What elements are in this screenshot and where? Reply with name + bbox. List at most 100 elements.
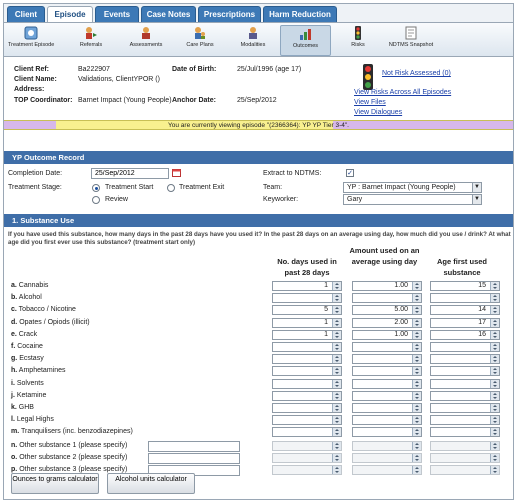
spinner-icon[interactable]: [332, 453, 341, 462]
spinner-icon[interactable]: [332, 355, 341, 364]
extract-ndtms-checkbox[interactable]: ✓: [346, 169, 354, 177]
tab-prescriptions[interactable]: Prescriptions: [198, 6, 261, 22]
toolbar-assessments[interactable]: Assessments: [123, 25, 169, 56]
amount-used-input[interactable]: [352, 403, 422, 413]
toolbar-treatment-episode[interactable]: Treatment Episode: [8, 25, 54, 56]
days-used-input[interactable]: 5: [272, 305, 342, 316]
tab-events[interactable]: Events: [95, 6, 139, 22]
spinner-icon[interactable]: [490, 379, 499, 388]
spinner-icon[interactable]: [490, 294, 499, 303]
spinner-icon[interactable]: [412, 404, 421, 412]
alcohol-calculator-button[interactable]: Alcohol units calculator: [107, 473, 195, 494]
other-substance-specify-input[interactable]: [148, 440, 240, 452]
spinner-icon[interactable]: [412, 428, 421, 437]
spinner-icon[interactable]: [332, 294, 341, 303]
tab-client[interactable]: Client: [7, 6, 45, 22]
spinner-icon[interactable]: [412, 343, 421, 351]
amount-used-input[interactable]: [352, 293, 422, 304]
amount-used-input[interactable]: [352, 378, 422, 389]
spinner-icon[interactable]: [332, 318, 341, 327]
spinner-icon[interactable]: [332, 428, 341, 437]
spinner-icon[interactable]: [412, 355, 421, 364]
days-used-input[interactable]: [272, 378, 342, 389]
age-first-used-input[interactable]: [430, 403, 500, 413]
amount-used-input[interactable]: [352, 366, 422, 377]
spinner-icon[interactable]: [412, 379, 421, 388]
days-used-input[interactable]: [272, 415, 342, 426]
stage-review-radio[interactable]: [92, 196, 100, 204]
other-substance-specify-input[interactable]: [148, 452, 240, 464]
spinner-icon[interactable]: [332, 391, 341, 400]
toolbar-ndtms-snapshot[interactable]: NDTMS Snapshot: [385, 25, 437, 56]
amount-used-input[interactable]: [352, 415, 422, 426]
days-used-input[interactable]: [272, 452, 342, 463]
age-first-used-input[interactable]: [430, 354, 500, 365]
days-used-input[interactable]: 1: [272, 329, 342, 340]
amount-used-input[interactable]: 5.00: [352, 305, 422, 316]
spinner-icon[interactable]: [412, 416, 421, 425]
spinner-icon[interactable]: [412, 453, 421, 462]
spinner-icon[interactable]: [490, 343, 499, 351]
spinner-icon[interactable]: [332, 306, 341, 315]
spinner-icon[interactable]: [332, 343, 341, 351]
age-first-used-input[interactable]: [430, 342, 500, 352]
spinner-icon[interactable]: [490, 416, 499, 425]
amount-used-input[interactable]: [352, 427, 422, 438]
days-used-input[interactable]: 1: [272, 281, 342, 291]
age-first-used-input[interactable]: 15: [430, 281, 500, 291]
amount-used-input[interactable]: [352, 440, 422, 451]
days-used-input[interactable]: [272, 293, 342, 304]
days-used-input[interactable]: [272, 440, 342, 451]
spinner-icon[interactable]: [412, 282, 421, 290]
toolbar-risks[interactable]: Risks: [343, 25, 373, 56]
spinner-icon[interactable]: [332, 441, 341, 450]
age-first-used-input[interactable]: [430, 390, 500, 401]
spinner-icon[interactable]: [490, 355, 499, 364]
amount-used-input[interactable]: [352, 342, 422, 352]
amount-used-input[interactable]: [352, 452, 422, 463]
calendar-icon[interactable]: [172, 168, 181, 177]
stage-exit-radio[interactable]: [167, 184, 175, 192]
amount-used-input[interactable]: 1.00: [352, 281, 422, 291]
view-dialogues-link[interactable]: View Dialogues: [354, 109, 402, 116]
age-first-used-input[interactable]: [430, 366, 500, 377]
risk-status-link[interactable]: Not Risk Assessed (0): [382, 70, 451, 77]
age-first-used-input[interactable]: [430, 427, 500, 438]
amount-used-input[interactable]: 1.00: [352, 329, 422, 340]
spinner-icon[interactable]: [412, 367, 421, 376]
spinner-icon[interactable]: [332, 367, 341, 376]
view-files-link[interactable]: View Files: [354, 99, 386, 106]
spinner-icon[interactable]: [332, 404, 341, 412]
age-first-used-input[interactable]: [430, 440, 500, 451]
spinner-icon[interactable]: [332, 416, 341, 425]
toolbar-modalities[interactable]: Modalities: [232, 25, 274, 56]
spinner-icon[interactable]: [412, 306, 421, 315]
toolbar-outcomes[interactable]: Outcomes: [280, 25, 331, 56]
spinner-icon[interactable]: [490, 330, 499, 339]
spinner-icon[interactable]: [490, 318, 499, 327]
spinner-icon[interactable]: [332, 282, 341, 290]
spinner-icon[interactable]: [490, 391, 499, 400]
age-first-used-input[interactable]: [430, 293, 500, 304]
amount-used-input[interactable]: [352, 464, 422, 475]
days-used-input[interactable]: [272, 342, 342, 352]
stage-start-radio[interactable]: [92, 184, 100, 192]
spinner-icon[interactable]: [490, 404, 499, 412]
days-used-input[interactable]: [272, 354, 342, 365]
age-first-used-input[interactable]: 16: [430, 329, 500, 340]
spinner-icon[interactable]: [332, 465, 341, 474]
spinner-icon[interactable]: [490, 453, 499, 462]
spinner-icon[interactable]: [490, 367, 499, 376]
spinner-icon[interactable]: [412, 318, 421, 327]
spinner-icon[interactable]: [332, 330, 341, 339]
view-risks-link[interactable]: View Risks Across All Episodes: [354, 89, 451, 96]
keyworker-select[interactable]: Gary ▼: [343, 194, 482, 205]
days-used-input[interactable]: [272, 366, 342, 377]
days-used-input[interactable]: [272, 390, 342, 401]
toolbar-referrals[interactable]: Referrals: [71, 25, 111, 56]
age-first-used-input[interactable]: 14: [430, 305, 500, 316]
age-first-used-input[interactable]: [430, 378, 500, 389]
spinner-icon[interactable]: [412, 294, 421, 303]
amount-used-input[interactable]: [352, 390, 422, 401]
toolbar-care-plans[interactable]: Care Plans: [178, 25, 222, 56]
